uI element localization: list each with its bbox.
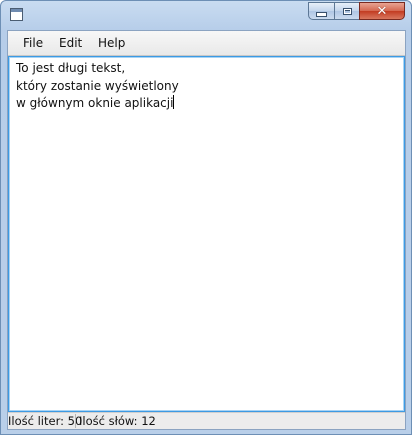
menu-help[interactable]: Help bbox=[96, 35, 127, 52]
editor-content[interactable]: To jest długi tekst, który zostanie wyśw… bbox=[16, 60, 179, 113]
editor-line: w głównym oknie aplikacji bbox=[16, 96, 174, 110]
menu-file[interactable]: File bbox=[21, 35, 45, 52]
letter-count: Ilość liter: 50 bbox=[8, 414, 83, 428]
app-window: ✕ File Edit Help To jest długi tekst, kt… bbox=[0, 0, 412, 435]
status-bar: Ilość liter: 50 Ilość słów: 12 bbox=[8, 412, 405, 429]
status-separator bbox=[75, 414, 76, 428]
title-bar[interactable]: ✕ bbox=[1, 1, 411, 30]
minimize-button[interactable] bbox=[308, 2, 335, 20]
close-button[interactable]: ✕ bbox=[359, 2, 405, 20]
minimize-icon bbox=[316, 11, 327, 17]
maximize-icon bbox=[342, 7, 352, 15]
editor-line: To jest długi tekst, bbox=[16, 61, 126, 75]
menu-edit[interactable]: Edit bbox=[57, 35, 84, 52]
client-area: File Edit Help To jest długi tekst, któr… bbox=[7, 30, 406, 430]
word-count: Ilość słów: 12 bbox=[79, 414, 156, 428]
maximize-button[interactable] bbox=[334, 2, 360, 20]
menu-bar: File Edit Help bbox=[8, 31, 405, 56]
window-app-icon[interactable] bbox=[10, 8, 23, 21]
text-editor[interactable]: To jest długi tekst, który zostanie wyśw… bbox=[8, 56, 405, 412]
close-icon: ✕ bbox=[376, 3, 388, 19]
text-caret bbox=[173, 95, 175, 109]
editor-line: który zostanie wyświetlony bbox=[16, 78, 179, 93]
